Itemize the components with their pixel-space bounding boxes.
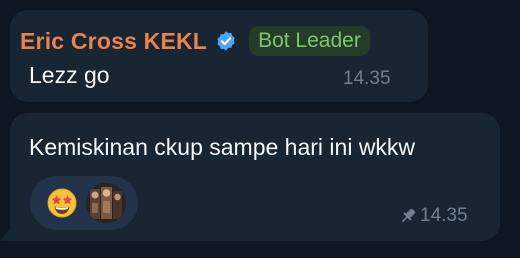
star-struck-emoji-icon bbox=[46, 187, 78, 219]
chat-view: Eric Cross KEKL Bot Leader Lezz go 14.35… bbox=[0, 0, 520, 258]
message-time: 14.35 bbox=[343, 68, 391, 89]
message-time-text: 14.35 bbox=[420, 205, 468, 226]
role-badge: Bot Leader bbox=[249, 26, 370, 56]
message-text: Kemiskinan ckup sampe hari ini wkkw bbox=[29, 134, 416, 160]
message-text: Lezz go bbox=[29, 62, 110, 88]
reactor-avatar[interactable] bbox=[86, 183, 126, 223]
message-time: 14.35 bbox=[398, 205, 468, 227]
pin-icon bbox=[398, 206, 418, 226]
reaction-chip[interactable] bbox=[30, 176, 138, 230]
bubble-tail bbox=[0, 224, 14, 241]
sender-name[interactable]: Eric Cross KEKL bbox=[20, 28, 207, 55]
verified-badge-icon bbox=[215, 30, 237, 52]
sender-row: Eric Cross KEKL Bot Leader bbox=[20, 24, 370, 58]
